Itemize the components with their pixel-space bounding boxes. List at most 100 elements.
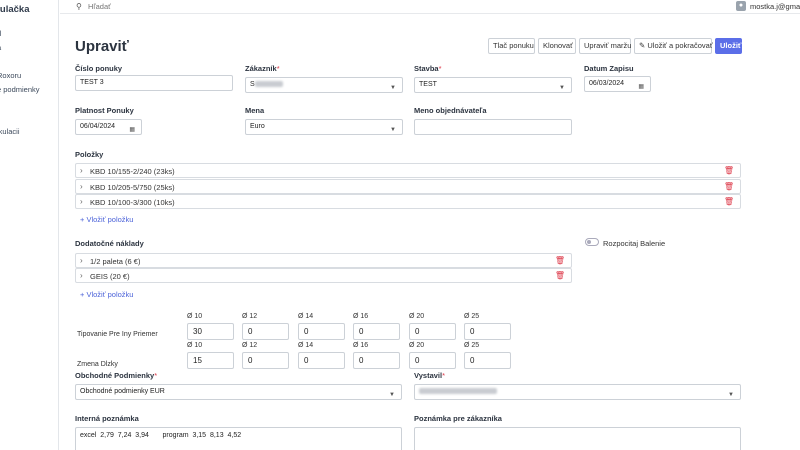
chevron-down-icon: ▼ xyxy=(390,85,396,91)
item-row[interactable]: › KBD 10/100-3/300 (10ks) 🗑 xyxy=(75,194,741,209)
chevron-down-icon: ▼ xyxy=(389,392,395,398)
customer-select[interactable]: S ▼ xyxy=(245,77,403,93)
page-title: Upraviť xyxy=(75,38,129,55)
tipping-input[interactable]: 0 xyxy=(464,323,511,340)
chevron-down-icon: ▼ xyxy=(728,392,734,398)
chevron-right-icon[interactable]: › xyxy=(80,271,83,280)
chevron-down-icon: ▼ xyxy=(559,85,565,91)
internal-note-textarea[interactable]: excel 2,79 7,24 3,94 program 3,15 8,13 4… xyxy=(75,427,402,450)
orderer-name-input[interactable] xyxy=(414,119,572,135)
required-mark: * xyxy=(442,371,445,380)
construction-select[interactable]: TEST ▼ xyxy=(414,77,572,93)
tipping-input[interactable]: 0 xyxy=(298,323,345,340)
edit-margin-button[interactable]: Upraviť maržu xyxy=(579,38,631,54)
record-date-label: Datum Zapisu xyxy=(584,64,634,73)
print-offer-button[interactable]: Tlač ponuku xyxy=(488,38,535,54)
required-mark: * xyxy=(154,371,158,380)
diameter-label: Ø 14 xyxy=(298,342,314,349)
tipping-input[interactable]: 0 xyxy=(353,323,400,340)
extra-costs-heading: Dodatočné náklady xyxy=(75,239,144,248)
length-change-input[interactable]: 0 xyxy=(242,352,289,369)
diameter-label: Ø 25 xyxy=(464,313,480,320)
diameter-label: Ø 10 xyxy=(187,342,203,349)
terms-label-text: Obchodné Podmienky xyxy=(75,371,155,380)
customer-label-text: Zákazník xyxy=(245,64,277,73)
redacted-mask xyxy=(254,81,283,88)
orderer-name-label: Meno objednávateľa xyxy=(414,106,487,115)
diameter-label: Ø 16 xyxy=(353,313,369,320)
diameter-label: Ø 25 xyxy=(464,342,480,349)
trash-icon[interactable]: 🗑 xyxy=(555,271,565,280)
validity-date-input[interactable]: 06/04/2024 ▦ xyxy=(75,119,142,135)
extra-cost-row[interactable]: › GEIS (20 €) 🗑 xyxy=(75,268,572,283)
diameter-label: Ø 10 xyxy=(187,313,203,320)
terms-label: Obchodné Podmienky* xyxy=(75,371,157,380)
sidebar-item-2[interactable]: a xyxy=(0,43,1,52)
calendar-icon[interactable]: ▦ xyxy=(129,123,135,137)
sidebar-item-1[interactable]: d xyxy=(0,29,1,38)
trash-icon[interactable]: 🗑 xyxy=(724,166,734,175)
validity-label: Platnost Ponuky xyxy=(75,106,134,115)
terms-select[interactable]: Obchodné podmienky EUR ▼ xyxy=(75,384,402,400)
construction-label: Stavba* xyxy=(414,64,442,73)
sidebar-item-roxoru[interactable]: Roxoru xyxy=(0,71,21,80)
length-change-input[interactable]: 0 xyxy=(353,352,400,369)
diameter-label: Ø 12 xyxy=(242,342,258,349)
customer-value: S xyxy=(250,81,255,88)
save-continue-label: Uložiť a pokračovať xyxy=(647,41,713,50)
length-change-input[interactable]: 0 xyxy=(409,352,456,369)
sidebar-item-kalkulacii[interactable]: lkulacii xyxy=(0,127,20,136)
packaging-toggle[interactable] xyxy=(585,238,599,246)
construction-label-text: Stavba xyxy=(414,64,439,73)
record-date-input[interactable]: 06/03/2024 ▦ xyxy=(584,76,651,92)
trash-icon[interactable]: 🗑 xyxy=(724,182,734,191)
items-heading: Položky xyxy=(75,150,104,159)
save-button[interactable]: Uložiť xyxy=(715,38,742,54)
currency-select[interactable]: Euro ▼ xyxy=(245,119,403,135)
tipping-input[interactable]: 0 xyxy=(409,323,456,340)
add-item-link[interactable]: + Vložiť položku xyxy=(80,215,133,224)
edit-icon: ✎ xyxy=(639,41,646,50)
chevron-right-icon[interactable]: › xyxy=(80,166,83,175)
tipping-input[interactable]: 30 xyxy=(187,323,234,340)
user-icon[interactable]: ● xyxy=(736,1,746,11)
item-label: KBD 10/100-3/300 (10ks) xyxy=(90,198,175,207)
user-email[interactable]: mostka.j@gmail xyxy=(750,2,800,11)
chevron-right-icon[interactable]: › xyxy=(80,182,83,191)
extra-cost-row[interactable]: › 1/2 paleta (6 €) 🗑 xyxy=(75,253,572,268)
add-extra-cost-link[interactable]: + Vložiť položku xyxy=(80,290,133,299)
chevron-right-icon[interactable]: › xyxy=(80,256,83,265)
offer-number-input[interactable]: TEST 3 xyxy=(75,75,233,91)
issuer-select[interactable]: ▼ xyxy=(414,384,741,400)
terms-value: Obchodné podmienky EUR xyxy=(80,388,165,395)
issuer-label: Vystavil* xyxy=(414,371,445,380)
offer-number-label: Číslo ponuky xyxy=(75,64,123,73)
customer-note-textarea[interactable] xyxy=(414,427,741,450)
chevron-down-icon: ▼ xyxy=(390,127,396,133)
customer-label: Zákazník* xyxy=(245,64,280,73)
calendar-icon[interactable]: ▦ xyxy=(638,80,644,94)
validity-date-value: 06/04/2024 xyxy=(80,123,116,130)
trash-icon[interactable]: 🗑 xyxy=(555,256,565,265)
chevron-right-icon[interactable]: › xyxy=(80,197,83,206)
item-row[interactable]: › KBD 10/205-5/750 (25ks) 🗑 xyxy=(75,179,741,194)
length-change-input[interactable]: 0 xyxy=(464,352,511,369)
sidebar-item-podmienky[interactable]: e podmienky xyxy=(0,85,40,94)
item-label: KBD 10/205-5/750 (25ks) xyxy=(90,183,175,192)
extra-cost-label: GEIS (20 €) xyxy=(90,272,130,281)
length-change-input[interactable]: 15 xyxy=(187,352,234,369)
item-row[interactable]: › KBD 10/155-2/240 (23ks) 🗑 xyxy=(75,163,741,178)
required-mark: * xyxy=(276,64,280,73)
redacted-mask xyxy=(419,388,497,395)
search-input[interactable] xyxy=(88,1,228,12)
packaging-toggle-label: Rozpocitaj Balenie xyxy=(603,239,666,248)
diameter-label: Ø 20 xyxy=(409,313,425,320)
tipping-input[interactable]: 0 xyxy=(242,323,289,340)
save-continue-button[interactable]: ✎ Uložiť a pokračovať xyxy=(634,38,713,54)
length-change-input[interactable]: 0 xyxy=(298,352,345,369)
internal-note-label: Interná poznámka xyxy=(75,414,139,423)
extra-cost-label: 1/2 paleta (6 €) xyxy=(90,257,141,266)
trash-icon[interactable]: 🗑 xyxy=(724,197,734,206)
clone-button[interactable]: Klonovať xyxy=(538,38,576,54)
tipping-row-label: Tipovanie Pre Iny Priemer xyxy=(77,331,158,338)
